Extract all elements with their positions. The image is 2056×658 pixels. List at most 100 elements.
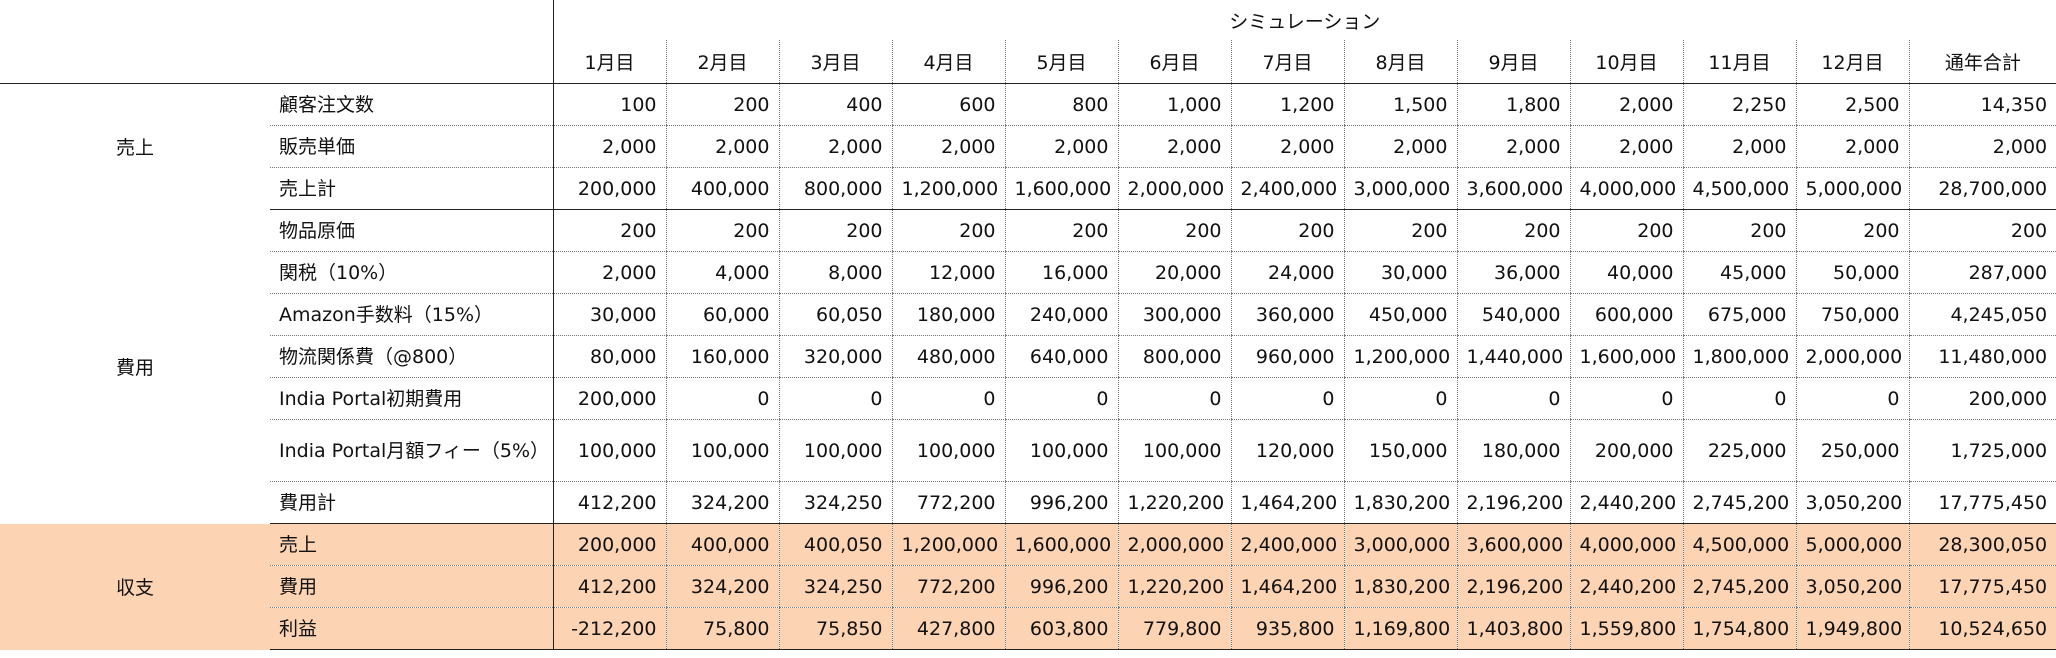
value-cell: 4,500,000 [1682,523,1796,566]
value-cell: 5,000,000 [1795,167,1909,210]
value-cell: 12,000 [891,251,1005,294]
value-cell: 100,000 [891,419,1005,482]
table-row: 物流関係費（@800） 80,000 160,000 320,000 480,000 64… [0,335,2056,378]
value-cell: 2,745,200 [1682,565,1796,608]
value-cell: 4,000,000 [1569,523,1683,566]
value-cell: 30,000 [552,293,666,336]
value-cell: 200 [778,209,892,252]
value-cell: 750,000 [1795,293,1909,336]
value-cell: 427,800 [891,607,1005,650]
total-cell: 2,000 [1908,125,2056,168]
value-cell: 2,196,200 [1456,565,1570,608]
row-label: India Portal月額フィー（5%） [270,419,553,482]
value-cell: 1,440,000 [1456,335,1570,378]
value-cell: 324,200 [665,481,779,524]
value-cell: 2,000 [1004,125,1118,168]
value-cell: 0 [778,377,892,420]
column-header-total: 通年合計 [1908,40,2056,84]
value-cell: 540,000 [1456,293,1570,336]
value-cell: 50,000 [1795,251,1909,294]
value-cell: 2,000 [1343,125,1457,168]
value-cell: 100 [552,83,666,126]
value-cell: 996,200 [1004,565,1118,608]
value-cell: 200 [1004,209,1118,252]
column-header-month: 12月目 [1795,40,1909,84]
row-label: 費用 [270,565,553,608]
value-cell: 772,200 [891,565,1005,608]
row-label: 物品原価 [270,209,553,252]
value-cell: 2,000 [552,125,666,168]
value-cell: 200 [891,209,1005,252]
value-cell: 935,800 [1230,607,1344,650]
value-cell: 200 [1117,209,1231,252]
value-cell: 200 [665,209,779,252]
total-cell: 287,000 [1908,251,2056,294]
value-cell: 1,464,200 [1230,481,1344,524]
value-cell: 100,000 [552,419,666,482]
table-row: 売上 顧客注文数 100 200 400 600 800 1,000 1,200 1,500 1,8… [0,83,2056,159]
value-cell: 640,000 [1004,335,1118,378]
value-cell: 400,000 [665,523,779,566]
value-cell: 200 [1343,209,1457,252]
value-cell: 40,000 [1569,251,1683,294]
value-cell: 200 [1569,209,1683,252]
table-row: 利益 -212,200 75,800 75,850 427,800 603,800 779,… [0,607,2056,650]
value-cell: 200 [1795,209,1909,252]
row-label: 関税（10%） [270,251,553,294]
value-cell: 2,000 [1682,125,1796,168]
table-row: India Portal初期費用 200,000 0 0 0 0 0 0 0 0 0 0 0 200,00… [0,377,2056,420]
value-cell: 80,000 [552,335,666,378]
value-cell: 603,800 [1004,607,1118,650]
column-header-month: 8月目 [1343,40,1457,84]
value-cell: 480,000 [891,335,1005,378]
value-cell: 1,800 [1456,83,1570,126]
header-blank [0,40,553,84]
value-cell: 20,000 [1117,251,1231,294]
value-cell: 0 [1795,377,1909,420]
value-cell: 400,050 [778,523,892,566]
value-cell: 3,000,000 [1343,167,1457,210]
total-cell: 28,700,000 [1908,167,2056,210]
value-cell: 2,400,000 [1230,523,1344,566]
row-label: 費用計 [270,481,553,524]
total-cell: 17,775,450 [1908,565,2056,608]
value-cell: 1,500 [1343,83,1457,126]
value-cell: 180,000 [1456,419,1570,482]
value-cell: 0 [665,377,779,420]
row-label: Amazon手数料（15%） [270,293,553,336]
column-header-month: 1月目 [552,40,666,84]
value-cell: 4,500,000 [1682,167,1796,210]
value-cell: 3,600,000 [1456,167,1570,210]
value-cell: 100,000 [1004,419,1118,482]
total-cell: 200 [1908,209,2056,252]
value-cell: 412,200 [552,565,666,608]
value-cell: 1,220,200 [1117,565,1231,608]
column-header-month: 3月目 [778,40,892,84]
value-cell: 324,250 [778,565,892,608]
value-cell: 2,000 [891,125,1005,168]
value-cell: 1,200,000 [891,523,1005,566]
value-cell: 2,000 [665,125,779,168]
value-cell: 200,000 [552,167,666,210]
value-cell: 2,500 [1795,83,1909,126]
row-label: 販売単価 [270,125,553,168]
column-header-month: 7月目 [1230,40,1344,84]
value-cell: 1,000 [1117,83,1231,126]
value-cell: 4,000,000 [1569,167,1683,210]
value-cell: 1,830,200 [1343,481,1457,524]
value-cell: 180,000 [891,293,1005,336]
value-cell: 1,220,200 [1117,481,1231,524]
value-cell: 1,169,800 [1343,607,1457,650]
value-cell: 200 [665,83,779,126]
value-cell: 200 [552,209,666,252]
column-header-month: 10月目 [1569,40,1683,84]
table-row: 収支 売上 200,000 400,000 400,050 1,200,000 1,600,… [0,523,2056,650]
value-cell: 320,000 [778,335,892,378]
value-cell: 800,000 [778,167,892,210]
value-cell: 0 [1456,377,1570,420]
row-label: 売上 [270,523,553,566]
value-cell: 2,000 [1456,125,1570,168]
value-cell: 45,000 [1682,251,1796,294]
value-cell: 1,464,200 [1230,565,1344,608]
value-cell: 2,440,200 [1569,481,1683,524]
